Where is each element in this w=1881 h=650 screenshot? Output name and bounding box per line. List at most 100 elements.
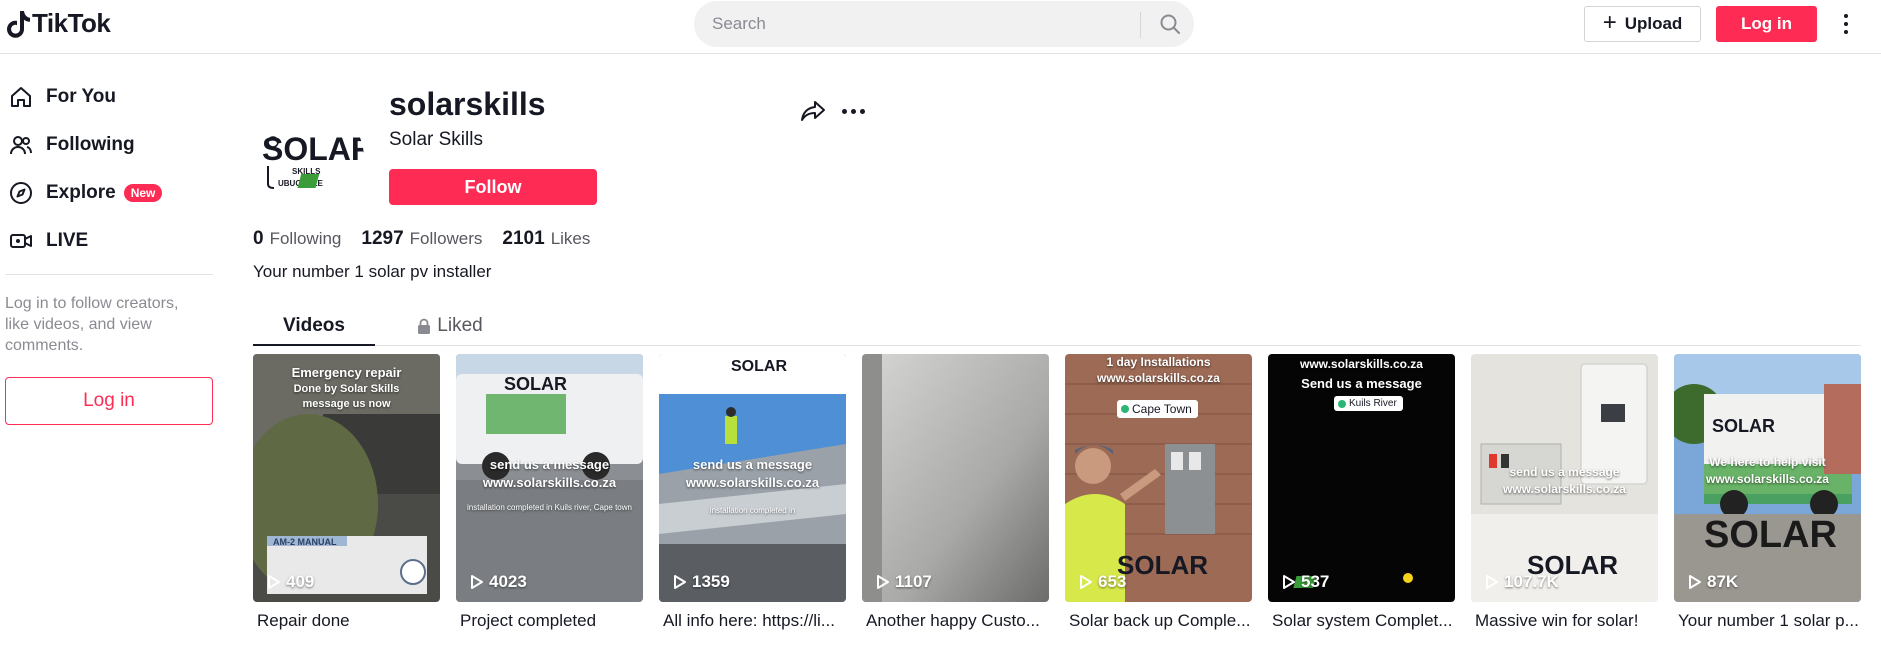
play-icon (268, 575, 280, 589)
video-thumbnail: Emergency repair Done by Solar Skills me… (253, 354, 440, 602)
new-badge: New (123, 184, 163, 202)
likes-label: Likes (550, 229, 591, 248)
play-icon (1486, 575, 1498, 589)
view-count: 409 (267, 572, 314, 592)
logo-text: TikTok (32, 8, 111, 38)
followers-count: 1297 (361, 228, 404, 249)
video-caption[interactable]: Solar back up Comple... (1065, 611, 1252, 631)
video-card[interactable]: 1107 Another happy Custo... (862, 354, 1049, 631)
login-button[interactable]: Log in (1716, 6, 1817, 42)
share-icon (801, 101, 825, 121)
more-options-icon[interactable] (1836, 8, 1856, 40)
sidebar-item-label: Following (46, 134, 135, 155)
video-overlay-line: send us a message (692, 457, 813, 472)
video-thumbnail: 1 day Installations www.solarskills.co.z… (1065, 354, 1252, 602)
video-card[interactable]: www.solarskills.co.za Send us a message … (1268, 354, 1455, 631)
more-horizontal-icon[interactable] (838, 96, 868, 126)
video-thumbnail: 1107 (862, 354, 1049, 602)
video-thumbnail: SOLAR send us a message www.solarskills.… (456, 354, 643, 602)
search-divider (1140, 12, 1141, 38)
video-card[interactable]: SOLAR We here to help visit www.solarski… (1674, 354, 1861, 631)
video-card[interactable]: SOLAR send us a message www.solarskills.… (659, 354, 846, 631)
view-count: 107.7K (1485, 572, 1559, 592)
sidebar-item-for-you[interactable]: For You (8, 81, 116, 113)
play-icon (674, 575, 686, 589)
plus-icon: + (1602, 9, 1617, 36)
location-tag: Cape Town (1117, 400, 1198, 418)
play-icon (1689, 575, 1701, 589)
profile-tabs: Videos Liked (253, 306, 1861, 346)
video-card[interactable]: send us a message www.solarskills.co.za … (1471, 354, 1658, 631)
profile-nickname: Solar Skills (389, 129, 483, 150)
following-stat[interactable]: 0 Following (253, 228, 341, 250)
video-caption[interactable]: Massive win for solar! (1471, 611, 1658, 631)
following-label: Following (269, 229, 342, 248)
view-count: 653 (1079, 572, 1126, 592)
video-overlay-line: www.solarskills.co.za (1503, 482, 1626, 496)
video-overlay-line: Emergency repair (291, 365, 402, 380)
profile-username: solarskills (389, 86, 546, 122)
follow-button[interactable]: Follow (389, 169, 597, 205)
video-overlay-line: message us now (302, 398, 391, 410)
search-input[interactable] (712, 13, 1122, 35)
search-button[interactable] (1146, 1, 1194, 47)
view-count: 87K (1688, 572, 1738, 592)
video-overlay-line: send us a message (1509, 465, 1620, 479)
tab-videos[interactable]: Videos (253, 306, 375, 346)
video-overlay-line: www.solarskills.co.za (1300, 357, 1423, 371)
followers-stat[interactable]: 1297 Followers (361, 228, 482, 250)
play-icon (877, 575, 889, 589)
video-overlay-line: send us a message (489, 457, 610, 472)
video-caption[interactable]: Your number 1 solar p... (1674, 611, 1861, 631)
solar-watermark: SOLAR (1704, 514, 1837, 556)
play-icon (1080, 575, 1092, 589)
search-bar (694, 1, 1194, 47)
likes-stat: 2101 Likes (502, 228, 590, 250)
sidebar-login-prompt: Log in to follow creators, like videos, … (5, 295, 179, 354)
sidebar-divider (5, 274, 213, 275)
video-card[interactable]: SOLAR send us a message www.solarskills.… (456, 354, 643, 631)
top-header: TikTok + Upload Log in (0, 0, 1881, 54)
tab-label: Videos (283, 315, 345, 336)
compass-icon (8, 180, 34, 206)
tab-label: Liked (437, 315, 483, 336)
video-thumbnail: send us a message www.solarskills.co.za … (1471, 354, 1658, 602)
sidebar-item-following[interactable]: Following (8, 129, 135, 161)
live-icon (8, 228, 34, 254)
solar-watermark: SOLAR (504, 374, 567, 394)
video-thumbnail: SOLAR send us a message www.solarskills.… (659, 354, 846, 602)
video-overlay-line: 1 day Installations (1106, 355, 1211, 369)
play-icon (1283, 575, 1295, 589)
profile-bio: Your number 1 solar pv installer (253, 262, 492, 281)
users-icon (8, 132, 34, 158)
svg-text:SOLAR: SOLAR (262, 131, 364, 167)
location-tag: Kuils River (1334, 396, 1403, 411)
view-count: 537 (1282, 572, 1329, 592)
sidebar-item-live[interactable]: LIVE (8, 225, 88, 257)
sidebar-login-button[interactable]: Log in (5, 377, 213, 425)
video-overlay-line: Send us a message (1301, 376, 1422, 391)
upload-button[interactable]: + Upload (1584, 6, 1701, 42)
video-overlay-line: www.solarskills.co.za (1097, 371, 1220, 385)
location-pin-icon (1121, 405, 1129, 413)
view-count: 1359 (673, 572, 730, 592)
video-caption[interactable]: Project completed (456, 611, 643, 631)
video-card[interactable]: Emergency repair Done by Solar Skills me… (253, 354, 440, 631)
sidebar-item-label: For You (46, 86, 117, 107)
avatar: SOLAR SKILLS UBUCHULE (256, 104, 364, 212)
video-caption[interactable]: Solar system Complet... (1268, 611, 1455, 631)
manual-label: AM-2 MANUAL (273, 537, 337, 547)
tiktok-logo[interactable]: TikTok (4, 8, 111, 39)
video-caption[interactable]: Repair done (253, 611, 440, 631)
tab-liked[interactable]: Liked (375, 306, 525, 346)
video-overlay-line: www.solarskills.co.za (1706, 472, 1829, 486)
home-icon (8, 84, 34, 110)
video-caption[interactable]: All info here: https://li... (659, 611, 846, 631)
sidebar-item-label: LIVE (46, 230, 89, 251)
share-button[interactable] (798, 96, 828, 126)
profile-stats: 0 Following 1297 Followers 2101 Likes (253, 228, 590, 250)
location-pin-icon (1338, 399, 1346, 408)
video-caption[interactable]: Another happy Custo... (862, 611, 1049, 631)
sidebar-item-explore[interactable]: Explore New (8, 177, 163, 209)
video-card[interactable]: 1 day Installations www.solarskills.co.z… (1065, 354, 1252, 631)
